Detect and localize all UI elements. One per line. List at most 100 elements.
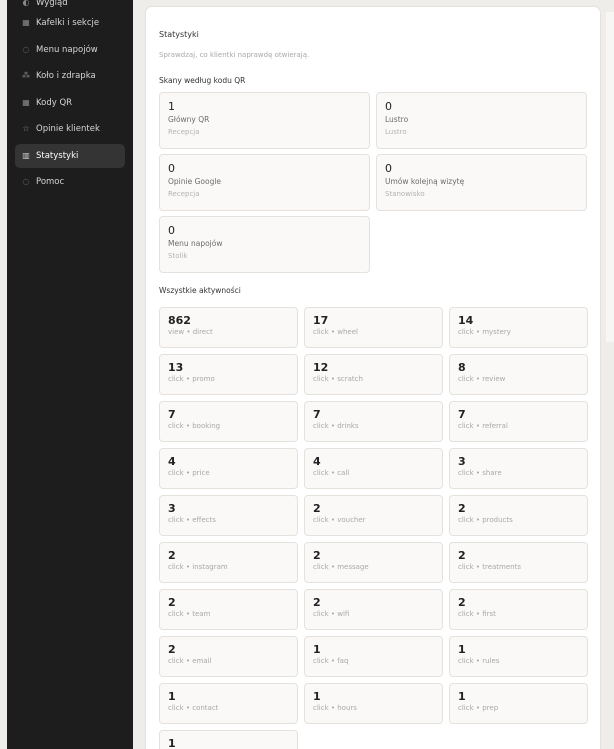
sidebar-item-label: Menu napojów xyxy=(36,45,98,55)
sidebar-item-kafelki-i-sekcje[interactable]: ▦ Kafelki i sekcje xyxy=(15,11,125,35)
sidebar-item-menu-napojów[interactable]: ◌ Menu napojów xyxy=(15,38,125,62)
qr-scan-count: 0 xyxy=(168,162,175,175)
qr-scan-count: 0 xyxy=(385,162,392,175)
activity-card: 1 click • contact xyxy=(159,683,298,724)
activity-card: 1 click • rules xyxy=(449,636,588,677)
activity-count: 7 xyxy=(168,408,176,421)
activity-count: 12 xyxy=(313,361,329,374)
activity-count: 8 xyxy=(458,361,466,374)
activity-label: click • voucher xyxy=(313,516,366,524)
activity-count: 1 xyxy=(313,643,321,656)
activity-label: click • team xyxy=(168,610,211,618)
activity-card: 2 click • message xyxy=(304,542,443,583)
sidebar-item-statystyki[interactable]: ▥ Statystyki xyxy=(15,144,125,168)
sidebar-item-kody-qr[interactable]: ▦ Kody QR xyxy=(15,91,125,115)
sidebar-item-pomoc[interactable]: ◌ Pomoc xyxy=(15,170,125,194)
activity-card: 1 click • hours xyxy=(304,683,443,724)
activity-count: 2 xyxy=(458,596,466,609)
activity-label: view • direct xyxy=(168,328,213,336)
activity-count: 7 xyxy=(313,408,321,421)
activity-label: click • price xyxy=(168,469,210,477)
activity-card: 1 click • faq xyxy=(304,636,443,677)
activity-label: click • rules xyxy=(458,657,500,665)
sidebar-item-label: Statystyki xyxy=(36,151,79,161)
activity-card: 2 click • email xyxy=(159,636,298,677)
activity-label: click • first xyxy=(458,610,496,618)
activity-count: 2 xyxy=(168,596,176,609)
spark-icon: ⁂ xyxy=(22,71,30,80)
activity-card: 2 click • instagram xyxy=(159,542,298,583)
activity-card: 8 click • review xyxy=(449,354,588,395)
activity-count: 2 xyxy=(313,596,321,609)
activity-count: 4 xyxy=(168,455,176,468)
sidebar: ◐ Wygląd ▦ Kafelki i sekcje ◌ Menu napojów ⁂ Ko… xyxy=(7,0,133,749)
qr-cards-grid: 1 Główny QR Recepcja 0 Lustro Lustro 0 Opinie G… xyxy=(159,92,588,273)
activity-label: click • drinks xyxy=(313,422,359,430)
activity-count: 1 xyxy=(313,690,321,703)
sidebar-item-opinie-klientek[interactable]: ☆ Opinie klientek xyxy=(15,117,125,141)
activity-count: 2 xyxy=(458,549,466,562)
activity-label: click • contact xyxy=(168,704,219,712)
sidebar-item-label: Koło i zdrapka xyxy=(36,71,96,81)
activity-count: 3 xyxy=(458,455,466,468)
qr-card: 1 Główny QR Recepcja xyxy=(159,92,370,149)
sidebar-item-label: Kafelki i sekcje xyxy=(36,18,100,28)
activity-label: click • treatments xyxy=(458,563,521,571)
qr-icon: ▦ xyxy=(22,98,30,107)
activity-label: click • wheel xyxy=(313,328,358,336)
sidebar-item-label: Kody QR xyxy=(36,98,73,108)
activity-card: 2 click • first xyxy=(449,589,588,630)
activity-label: click • hours xyxy=(313,704,357,712)
grid-icon: ▦ xyxy=(22,18,30,27)
activity-card: 2 click • team xyxy=(159,589,298,630)
activity-label: click • booking xyxy=(168,422,221,430)
qr-code-location: Lustro xyxy=(385,128,407,136)
activity-label: click • referral xyxy=(458,422,508,430)
activity-card: 4 click • price xyxy=(159,448,298,489)
activity-label: click • promo xyxy=(168,375,215,383)
main-panel: Statystyki Sprawdzaj, co klientki napraw… xyxy=(145,6,601,749)
activity-card: 2 click • voucher xyxy=(304,495,443,536)
sidebar-item-koło-i-zdrapka[interactable]: ⁂ Koło i zdrapka xyxy=(15,64,125,88)
qr-code-location: Stolik xyxy=(168,252,188,260)
activity-card: 7 click • drinks xyxy=(304,401,443,442)
qr-code-name: Opinie Google xyxy=(168,177,222,186)
activity-card: 3 click • effects xyxy=(159,495,298,536)
qr-card: 0 Menu napojów Stolik xyxy=(159,216,370,273)
activity-label: click • prep xyxy=(458,704,499,712)
qr-code-name: Menu napojów xyxy=(168,239,223,248)
activity-label: click • share xyxy=(458,469,502,477)
activity-section-title: Wszystkie aktywności xyxy=(159,286,241,295)
activity-label: click • instagram xyxy=(168,563,228,571)
activity-count: 13 xyxy=(168,361,184,374)
activity-card: 862 view • direct xyxy=(159,307,298,348)
activity-card: 13 click • promo xyxy=(159,354,298,395)
activity-card: 7 click • booking xyxy=(159,401,298,442)
activity-count: 1 xyxy=(168,690,176,703)
page-subtitle: Sprawdzaj, co klientki naprawdę otwieraj… xyxy=(159,51,310,59)
qr-card: 0 Umów kolejną wizytę Stanowisko xyxy=(376,154,587,211)
activity-card: 2 click • treatments xyxy=(449,542,588,583)
activity-label: click • mystery xyxy=(458,328,511,336)
qr-scan-count: 0 xyxy=(168,224,175,237)
qr-code-location: Stanowisko xyxy=(385,190,425,198)
activity-count: 3 xyxy=(168,502,176,515)
activity-count: 1 xyxy=(458,690,466,703)
activity-card: 1 click • prep xyxy=(449,683,588,724)
activity-label: click • message xyxy=(313,563,369,571)
activity-card: 4 click • call xyxy=(304,448,443,489)
activity-count: 2 xyxy=(313,549,321,562)
star-icon: ☆ xyxy=(22,124,30,133)
sidebar-item-label: Opinie klientek xyxy=(36,124,100,134)
activity-count: 2 xyxy=(168,549,176,562)
help-icon: ◌ xyxy=(22,177,30,186)
activity-card: 14 click • mystery xyxy=(449,307,588,348)
activity-count: 862 xyxy=(168,314,191,327)
activity-card: 7 click • referral xyxy=(449,401,588,442)
activity-label: click • wifi xyxy=(313,610,350,618)
scrollbar[interactable] xyxy=(606,12,614,342)
qr-code-name: Główny QR xyxy=(168,115,210,124)
activity-count: 14 xyxy=(458,314,474,327)
cup-icon: ◌ xyxy=(22,45,30,54)
qr-scan-count: 0 xyxy=(385,100,392,113)
